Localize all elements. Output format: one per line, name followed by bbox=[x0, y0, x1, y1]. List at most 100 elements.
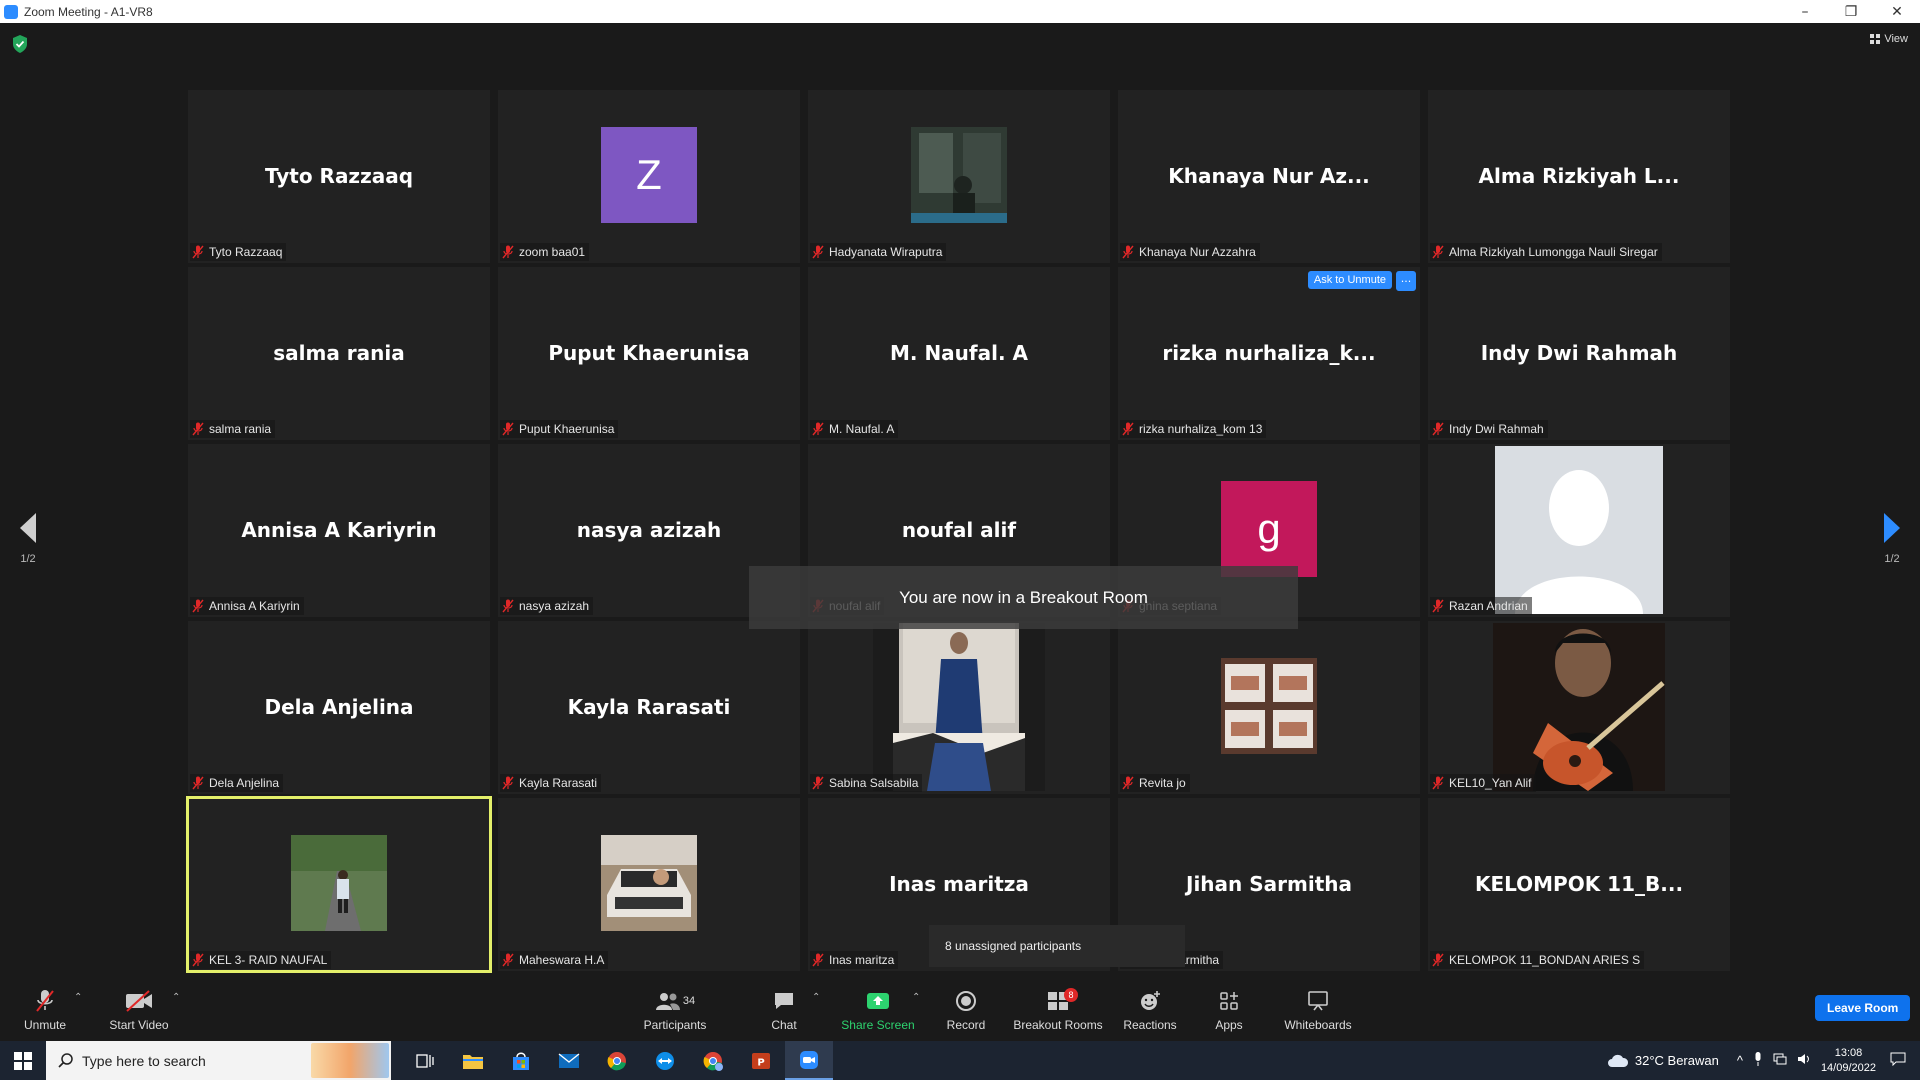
participant-tile[interactable]: Kayla Rarasati Kayla Rarasati bbox=[498, 621, 800, 794]
task-view-icon[interactable] bbox=[401, 1041, 449, 1080]
participant-display-name: salma rania bbox=[273, 341, 405, 365]
close-button[interactable]: ✕ bbox=[1874, 0, 1920, 23]
microsoft-store-icon[interactable] bbox=[497, 1041, 545, 1080]
chrome-profile-icon[interactable] bbox=[689, 1041, 737, 1080]
participant-tile[interactable]: Dela Anjelina Dela Anjelina bbox=[188, 621, 490, 794]
participant-display-name: Puput Khaerunisa bbox=[548, 341, 750, 365]
participant-tile[interactable]: Hadyanata Wiraputra bbox=[808, 90, 1110, 263]
next-page-button[interactable]: 1/2 bbox=[1872, 513, 1912, 565]
whiteboard-icon bbox=[1280, 988, 1356, 1014]
muted-mic-icon bbox=[502, 422, 514, 436]
record-button[interactable]: Record bbox=[940, 980, 992, 1041]
participant-tile[interactable]: KEL10_Yan Alif bbox=[1428, 621, 1730, 794]
participant-name: KEL 3- RAID NAUFAL bbox=[209, 953, 328, 967]
muted-mic-icon bbox=[812, 245, 824, 259]
video-options-caret[interactable]: ⌃ bbox=[172, 992, 180, 1003]
audio-options-caret[interactable]: ⌃ bbox=[74, 992, 82, 1003]
participant-tile[interactable]: Sabina Salsabila bbox=[808, 621, 1110, 794]
participant-tile[interactable]: Tyto Razzaaq Tyto Razzaaq bbox=[188, 90, 490, 263]
prev-page-button[interactable]: 1/2 bbox=[8, 513, 48, 565]
participant-name: KEL10_Yan Alif bbox=[1449, 776, 1532, 790]
participant-tile[interactable]: KEL 3- RAID NAUFAL bbox=[186, 796, 492, 973]
volume-icon[interactable] bbox=[1797, 1053, 1811, 1068]
breakout-rooms-button[interactable]: 8 Breakout Rooms bbox=[1012, 980, 1104, 1041]
search-placeholder: Type here to search bbox=[82, 1052, 206, 1069]
restore-button[interactable]: ❐ bbox=[1828, 0, 1874, 23]
tray-chevron-icon[interactable]: ^ bbox=[1737, 1053, 1743, 1068]
reactions-icon bbox=[1120, 988, 1180, 1014]
participants-label: Participants bbox=[643, 1018, 707, 1032]
search-highlight-art bbox=[311, 1043, 389, 1078]
network-icon[interactable] bbox=[1773, 1053, 1787, 1068]
notifications-icon[interactable] bbox=[1890, 1052, 1906, 1069]
participant-tile[interactable]: Puput Khaerunisa Puput Khaerunisa bbox=[498, 267, 800, 440]
minimize-button[interactable]: – bbox=[1782, 0, 1828, 23]
muted-mic-icon bbox=[812, 776, 824, 790]
chat-button[interactable]: Chat bbox=[758, 980, 810, 1041]
muted-mic-icon bbox=[1122, 245, 1134, 259]
apps-button[interactable]: Apps bbox=[1204, 980, 1254, 1041]
weather-text[interactable]: 32°C Berawan bbox=[1635, 1053, 1719, 1068]
participant-tile[interactable]: rizka nurhaliza_k... Ask to Unmute ··· rizk… bbox=[1118, 267, 1420, 440]
ask-to-unmute-button[interactable]: Ask to Unmute bbox=[1307, 271, 1392, 289]
participant-name: Dela Anjelina bbox=[209, 776, 280, 790]
windows-taskbar: Type here to search P 32°C Berawan ^ 13:… bbox=[0, 1041, 1920, 1080]
participant-name-tag: Dela Anjelina bbox=[190, 774, 284, 792]
participant-display-name: noufal alif bbox=[901, 518, 1017, 542]
security-shield-icon[interactable] bbox=[12, 35, 28, 53]
microphone-tray-icon[interactable] bbox=[1753, 1052, 1763, 1069]
participant-name: zoom baa01 bbox=[519, 245, 586, 259]
weather-cloud-icon bbox=[1607, 1054, 1628, 1067]
zoom-taskbar-icon[interactable] bbox=[785, 1041, 833, 1080]
participants-button[interactable]: 34 Participants bbox=[640, 980, 710, 1041]
participant-tile[interactable]: Maheswara H.A bbox=[498, 798, 800, 971]
participant-name: Hadyanata Wiraputra bbox=[829, 245, 943, 259]
participant-display-name: Tyto Razzaaq bbox=[264, 164, 414, 188]
participant-name-tag: Razan Andrian bbox=[1430, 597, 1532, 615]
window-titlebar: Zoom Meeting - A1-VR8 – ❐ ✕ bbox=[0, 0, 1920, 23]
share-screen-button[interactable]: Share Screen bbox=[838, 980, 918, 1041]
record-icon bbox=[940, 988, 992, 1014]
start-video-button[interactable]: Start Video bbox=[104, 980, 174, 1041]
view-button[interactable]: View bbox=[1870, 33, 1908, 45]
whiteboards-button[interactable]: Whiteboards bbox=[1280, 980, 1356, 1041]
participant-name: M. Naufal. A bbox=[829, 422, 895, 436]
reactions-button[interactable]: Reactions bbox=[1120, 980, 1180, 1041]
unmute-button[interactable]: Unmute bbox=[20, 980, 70, 1041]
participant-name: Kayla Rarasati bbox=[519, 776, 598, 790]
participant-tile[interactable]: Annisa A Kariyrin Annisa A Kariyrin bbox=[188, 444, 490, 617]
participant-name: Alma Rizkiyah Lumongga Nauli Siregar bbox=[1449, 245, 1658, 259]
participant-tile[interactable]: Zzoom baa01 bbox=[498, 90, 800, 263]
breakout-rooms-label: Breakout Rooms bbox=[1013, 1018, 1103, 1032]
taskbar-search-box[interactable]: Type here to search bbox=[46, 1041, 391, 1080]
participant-tile[interactable]: Revita jo bbox=[1118, 621, 1420, 794]
participant-tile[interactable]: Indy Dwi Rahmah Indy Dwi Rahmah bbox=[1428, 267, 1730, 440]
teamviewer-icon[interactable] bbox=[641, 1041, 689, 1080]
participant-tile[interactable]: KELOMPOK 11_B... KELOMPOK 11_BONDAN ARIES… bbox=[1428, 798, 1730, 971]
participant-name-tag: KEL 3- RAID NAUFAL bbox=[190, 951, 332, 969]
zoom-app-icon bbox=[4, 4, 18, 19]
muted-mic-icon bbox=[1122, 776, 1134, 790]
participant-tile[interactable]: Razan Andrian bbox=[1428, 444, 1730, 617]
file-explorer-icon[interactable] bbox=[449, 1041, 497, 1080]
participants-icon: 34 bbox=[640, 988, 710, 1014]
participant-tile[interactable]: M. Naufal. A M. Naufal. A bbox=[808, 267, 1110, 440]
participant-name-tag: Tyto Razzaaq bbox=[190, 243, 287, 261]
apps-icon bbox=[1204, 988, 1254, 1014]
participant-tile[interactable]: salma rania salma rania bbox=[188, 267, 490, 440]
participant-tile[interactable]: Khanaya Nur Az... Khanaya Nur Azzahra bbox=[1118, 90, 1420, 263]
chat-options-caret[interactable]: ⌃ bbox=[812, 992, 820, 1003]
more-options-button[interactable]: ··· bbox=[1396, 271, 1416, 291]
share-options-caret[interactable]: ⌃ bbox=[912, 992, 920, 1003]
video-off-icon bbox=[104, 988, 174, 1014]
powerpoint-icon[interactable]: P bbox=[737, 1041, 785, 1080]
guitar-photo bbox=[1493, 623, 1665, 791]
participant-name-tag: Puput Khaerunisa bbox=[500, 420, 619, 438]
participant-tile[interactable]: Alma Rizkiyah L... Alma Rizkiyah Lumongga… bbox=[1428, 90, 1730, 263]
chrome-icon[interactable] bbox=[593, 1041, 641, 1080]
taskbar-clock[interactable]: 13:08 14/09/2022 bbox=[1821, 1046, 1876, 1076]
participant-name-tag: KEL10_Yan Alif bbox=[1430, 774, 1536, 792]
windows-start-button[interactable] bbox=[0, 1041, 46, 1080]
leave-room-button[interactable]: Leave Room bbox=[1815, 995, 1911, 1021]
mail-icon[interactable] bbox=[545, 1041, 593, 1080]
